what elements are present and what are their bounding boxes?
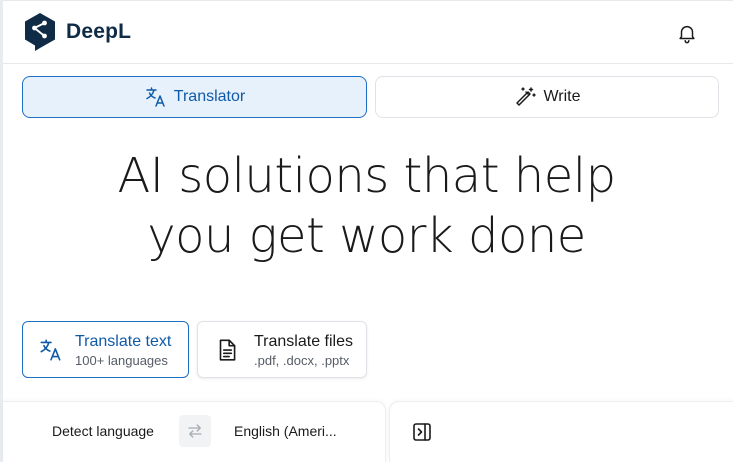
bell-icon[interactable] bbox=[676, 22, 698, 44]
hero-headline: AI solutions that help you get work done bbox=[0, 146, 733, 266]
translate-files-title: Translate files bbox=[254, 332, 353, 350]
swap-arrows-icon bbox=[188, 424, 202, 438]
hero-line-2: you get work done bbox=[147, 208, 586, 264]
translate-text-title: Translate text bbox=[75, 332, 172, 350]
panel-toggle-icon[interactable] bbox=[410, 420, 434, 444]
translate-icon bbox=[40, 338, 61, 361]
tab-write[interactable]: Write bbox=[375, 76, 719, 118]
translate-icon bbox=[146, 87, 165, 107]
magic-wand-icon bbox=[516, 87, 537, 106]
source-language-select[interactable]: Detect language bbox=[52, 423, 154, 439]
target-language-select[interactable]: English (Ameri... bbox=[234, 423, 337, 439]
translate-text-card[interactable]: Translate text 100+ languages bbox=[22, 321, 189, 378]
tab-translator[interactable]: Translator bbox=[22, 76, 367, 118]
document-icon bbox=[219, 338, 236, 361]
translate-text-subtitle: 100+ languages bbox=[75, 352, 168, 368]
translate-files-subtitle: .pdf, .docx, .pptx bbox=[254, 352, 350, 368]
tab-translator-label: Translator bbox=[173, 88, 246, 105]
deepl-logo-icon[interactable] bbox=[23, 12, 57, 52]
swap-languages-button[interactable] bbox=[179, 415, 211, 447]
target-pane-header bbox=[389, 401, 733, 462]
language-selector-bar: Detect language English (Ameri... bbox=[3, 401, 386, 462]
tab-write-label: Write bbox=[543, 88, 581, 105]
top-header: DeepL bbox=[3, 0, 733, 64]
brand-name[interactable]: DeepL bbox=[66, 20, 131, 44]
translate-files-card[interactable]: Translate files .pdf, .docx, .pptx bbox=[197, 321, 367, 378]
hero-line-1: AI solutions that help bbox=[117, 148, 616, 204]
